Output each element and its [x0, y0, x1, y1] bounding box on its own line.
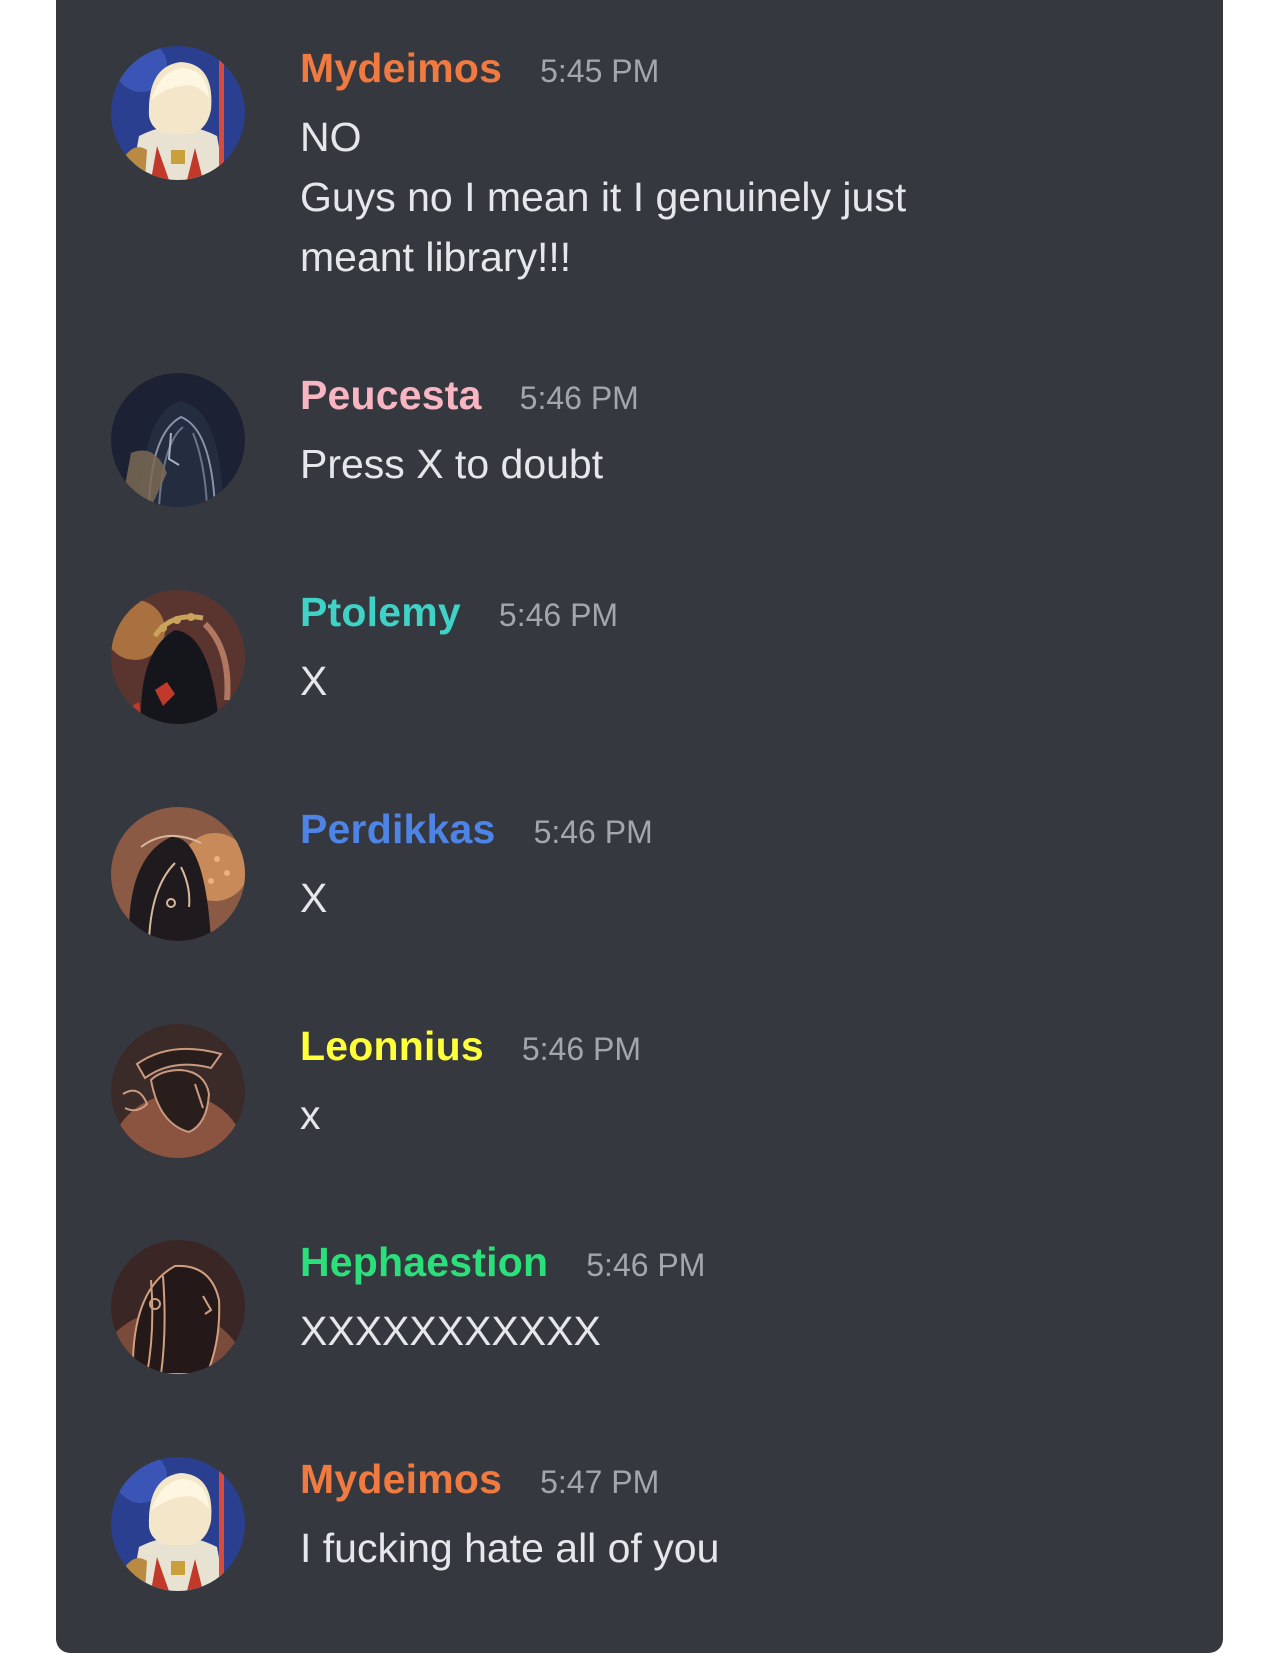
username[interactable]: Mydeimos	[300, 1456, 502, 1503]
message-text: XXXXXXXXXXX	[300, 1301, 1160, 1361]
avatar-laurel-wreath-icon[interactable]	[111, 590, 245, 724]
message-item[interactable]: Hephaestion 5:46 PM XXXXXXXXXXX	[56, 1194, 1223, 1374]
message-line: XXXXXXXXXXX	[300, 1308, 601, 1354]
avatar-braided-profile-icon[interactable]	[111, 1240, 245, 1374]
message-item[interactable]: Leonnius 5:46 PM x	[56, 978, 1223, 1158]
timestamp: 5:46 PM	[521, 1031, 641, 1067]
message-item[interactable]: Ptolemy 5:46 PM X	[56, 544, 1223, 724]
timestamp: 5:47 PM	[540, 1464, 660, 1500]
timestamp: 5:46 PM	[533, 814, 653, 850]
message-line: Guys no I mean it I genuinely just	[300, 174, 907, 220]
chat-message-list[interactable]: Mydeimos 5:45 PM NO Guys no I mean it I …	[56, 0, 1223, 1653]
message-line: X	[300, 658, 328, 704]
username[interactable]: Perdikkas	[300, 806, 496, 853]
message-line: X	[300, 875, 328, 921]
avatar-dark-longhair-icon[interactable]	[111, 373, 245, 507]
message-line: I fucking hate all of you	[300, 1525, 720, 1571]
avatar-blond-warrior-icon[interactable]	[111, 1457, 245, 1591]
message-item[interactable]: Mydeimos 5:47 PM I fucking hate all of y…	[56, 1411, 1223, 1591]
avatar-sketch-profile-icon[interactable]	[111, 807, 245, 941]
message-line: x	[300, 1092, 321, 1138]
message-text: X	[300, 651, 1160, 711]
message-item[interactable]: Perdikkas 5:46 PM X	[56, 761, 1223, 941]
username[interactable]: Leonnius	[300, 1023, 484, 1070]
message-text: Press X to doubt	[300, 434, 1160, 494]
username[interactable]: Ptolemy	[300, 589, 461, 636]
message-line: NO	[300, 114, 362, 160]
message-line: Press X to doubt	[300, 441, 604, 487]
timestamp: 5:46 PM	[586, 1247, 706, 1283]
username[interactable]: Hephaestion	[300, 1239, 548, 1286]
message-item[interactable]: Peucesta 5:46 PM Press X to doubt	[56, 327, 1223, 507]
message-text: X	[300, 868, 1160, 928]
timestamp: 5:46 PM	[498, 597, 619, 633]
message-line: meant library!!!	[300, 234, 572, 280]
message-text: x	[300, 1085, 1160, 1145]
username[interactable]: Mydeimos	[300, 45, 502, 92]
username[interactable]: Peucesta	[300, 372, 482, 419]
message-item[interactable]: Mydeimos 5:45 PM NO Guys no I mean it I …	[56, 0, 1223, 280]
timestamp: 5:46 PM	[519, 380, 639, 416]
timestamp: 5:45 PM	[540, 53, 660, 89]
message-text: I fucking hate all of you	[300, 1518, 1160, 1578]
avatar-hat-profile-icon[interactable]	[111, 1024, 245, 1158]
avatar-blond-warrior-icon[interactable]	[111, 46, 245, 180]
message-text: NO Guys no I mean it I genuinely just me…	[300, 107, 1160, 287]
